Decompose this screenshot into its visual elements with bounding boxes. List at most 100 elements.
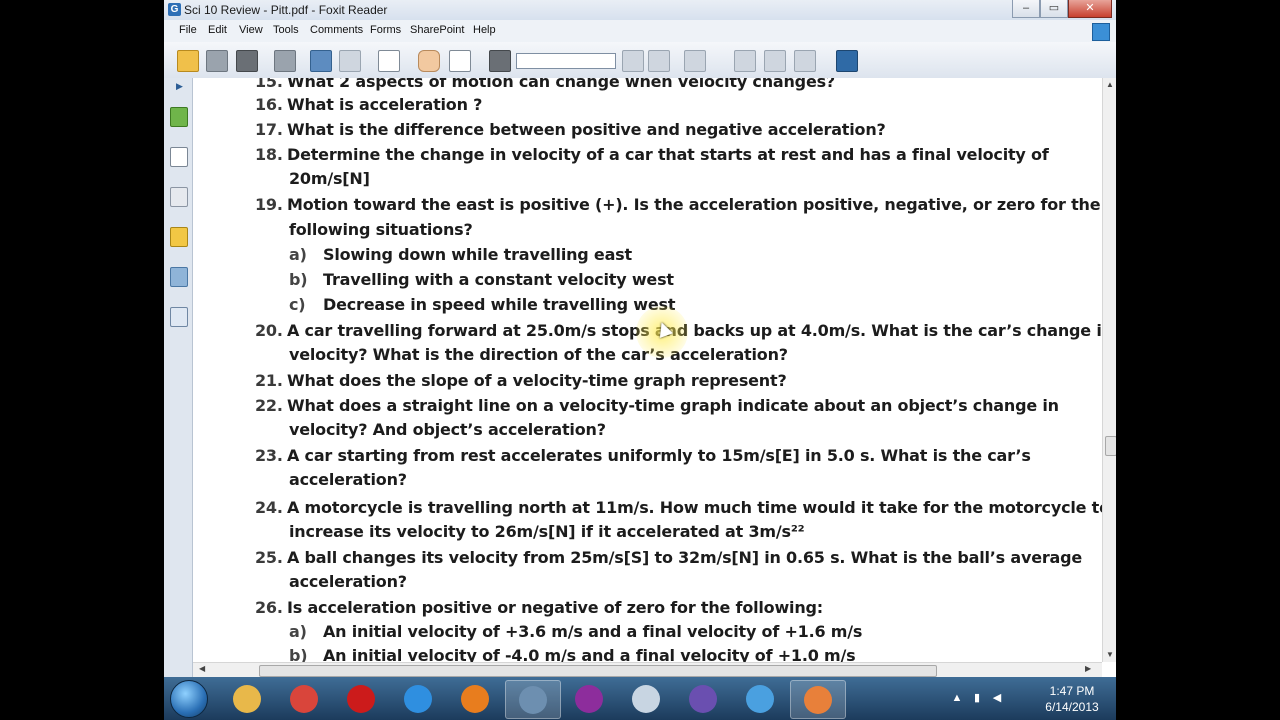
scroll-right-icon[interactable]: ▶ [1085, 664, 1091, 673]
scroll-down-icon[interactable]: ▼ [1106, 650, 1114, 659]
question-text: Travelling with a constant velocity west [323, 270, 674, 289]
signatures-icon[interactable] [170, 307, 188, 327]
scroll-up-icon[interactable]: ▲ [1106, 80, 1114, 89]
find-next-icon[interactable] [648, 50, 670, 72]
taskbar-explorer[interactable] [220, 680, 274, 717]
email-icon[interactable] [310, 50, 332, 72]
pages-icon[interactable] [170, 147, 188, 167]
clock-date[interactable]: 6/14/2013 [1042, 700, 1102, 714]
open-icon[interactable] [177, 50, 199, 72]
vertical-scrollbar[interactable]: ▲ ▼ [1102, 78, 1116, 662]
question-number: a) [289, 245, 307, 264]
question-number: 21. [255, 371, 283, 390]
vertical-scroll-thumb[interactable] [1105, 436, 1116, 456]
menu-file[interactable]: File [179, 24, 197, 36]
taskbar-dropbox[interactable] [391, 680, 445, 717]
restore-pane-icon[interactable] [1092, 23, 1110, 41]
snapshot-icon[interactable] [449, 50, 471, 72]
question-text: An initial velocity of -4.0 m/s and a fi… [323, 646, 856, 662]
show-hidden-icons[interactable]: ▲ [950, 691, 964, 705]
question-text: acceleration? [289, 572, 407, 591]
fit-page-icon[interactable] [734, 50, 756, 72]
question-text: increase its velocity to 26m/s[N] if it … [289, 522, 805, 541]
question-text: following situations? [289, 220, 473, 239]
menu-view[interactable]: View [239, 24, 263, 36]
menu-comments[interactable]: Comments [310, 24, 363, 36]
foxit-icon [804, 686, 832, 714]
question-number: 24. [255, 498, 283, 517]
question-line: 15. What 2 aspects of motion can change w… [255, 78, 835, 91]
question-line: a) An initial velocity of +3.6 m/s and a … [289, 622, 862, 641]
visual-studio-icon [689, 685, 717, 713]
share-icon[interactable] [836, 50, 858, 72]
question-number: 20. [255, 321, 283, 340]
menu-tools[interactable]: Tools [273, 24, 299, 36]
taskbar-firefox[interactable] [448, 680, 502, 717]
search-input[interactable] [516, 53, 616, 69]
horizontal-scroll-thumb[interactable] [259, 665, 937, 677]
save-as-icon[interactable] [236, 50, 258, 72]
select-text-icon[interactable] [378, 50, 400, 72]
question-text: Decrease in speed while travelling west [323, 295, 676, 314]
layers-icon[interactable] [170, 187, 188, 207]
start-button[interactable] [170, 680, 208, 718]
question-number: 23. [255, 446, 283, 465]
network-icon[interactable]: ▮ [970, 691, 984, 705]
question-line: 24. A motorcycle is travelling north at 1… [255, 498, 1102, 517]
taskbar-gadget[interactable] [619, 680, 673, 717]
question-line: b) An initial velocity of -4.0 m/s and a … [289, 646, 856, 662]
comments-panel-icon[interactable] [170, 227, 188, 247]
question-number: 17. [255, 120, 283, 139]
question-number: 16. [255, 95, 283, 114]
taskbar-chrome[interactable] [277, 680, 331, 717]
save-icon[interactable] [206, 50, 228, 72]
menu-sharepoint[interactable]: SharePoint [410, 24, 464, 36]
expand-sidebar-icon[interactable]: ▶ [176, 81, 183, 92]
question-text: What is the difference between positive … [287, 120, 886, 139]
clock-time[interactable]: 1:47 PM [1042, 684, 1102, 698]
attachments-icon[interactable] [170, 267, 188, 287]
app-icon: G [168, 3, 181, 16]
document-view[interactable]: 15. What 2 aspects of motion can change w… [193, 78, 1102, 662]
taskbar-onenote[interactable] [562, 680, 616, 717]
toolbar [164, 42, 1116, 79]
question-number: 22. [255, 396, 283, 415]
question-text: What does the slope of a velocity-time g… [287, 371, 787, 390]
title-bar[interactable]: G Sci 10 Review - Pitt.pdf - Foxit Reade… [164, 0, 1116, 20]
menu-forms[interactable]: Forms [370, 24, 401, 36]
question-line: a) Slowing down while travelling east [289, 245, 632, 264]
horizontal-scrollbar[interactable]: ◀ ▶ [193, 662, 1102, 677]
question-line: 23. A car starting from rest accelerates … [255, 446, 1031, 465]
firefox-icon [461, 685, 489, 713]
volume-icon[interactable]: ◀ [990, 691, 1004, 705]
menu-edit[interactable]: Edit [208, 24, 227, 36]
question-line: 19. Motion toward the east is positive (+… [255, 195, 1101, 214]
taskbar-foxit[interactable] [790, 680, 846, 719]
hand-tool-icon[interactable] [418, 50, 440, 72]
taskbar-network[interactable] [505, 680, 561, 719]
menu-help[interactable]: Help [473, 24, 496, 36]
bookmarks-icon[interactable] [170, 107, 188, 127]
find-icon[interactable] [339, 50, 361, 72]
window-controls: – ▭ ✕ [1012, 0, 1112, 18]
print-icon[interactable] [274, 50, 296, 72]
maximize-button[interactable]: ▭ [1040, 0, 1068, 18]
question-text: What does a straight line on a velocity-… [287, 396, 1059, 415]
fit-width-icon[interactable] [764, 50, 786, 72]
question-text: A ball changes its velocity from 25m/s[S… [287, 548, 1083, 567]
actual-size-icon[interactable] [794, 50, 816, 72]
find-previous-icon[interactable] [622, 50, 644, 72]
question-number: 18. [255, 145, 283, 164]
question-line: velocity? What is the direction of the c… [289, 345, 788, 364]
taskbar-visual-studio[interactable] [676, 680, 730, 717]
close-button[interactable]: ✕ [1068, 0, 1112, 18]
minimize-button[interactable]: – [1012, 0, 1040, 18]
question-line: acceleration? [289, 470, 407, 489]
question-line: 16. What is acceleration ? [255, 95, 482, 114]
onenote-icon [575, 685, 603, 713]
taskbar-itunes[interactable] [733, 680, 787, 717]
comment-icon[interactable] [684, 50, 706, 72]
binoculars-icon[interactable] [489, 50, 511, 72]
taskbar-opera[interactable] [334, 680, 388, 717]
scroll-left-icon[interactable]: ◀ [199, 664, 205, 673]
